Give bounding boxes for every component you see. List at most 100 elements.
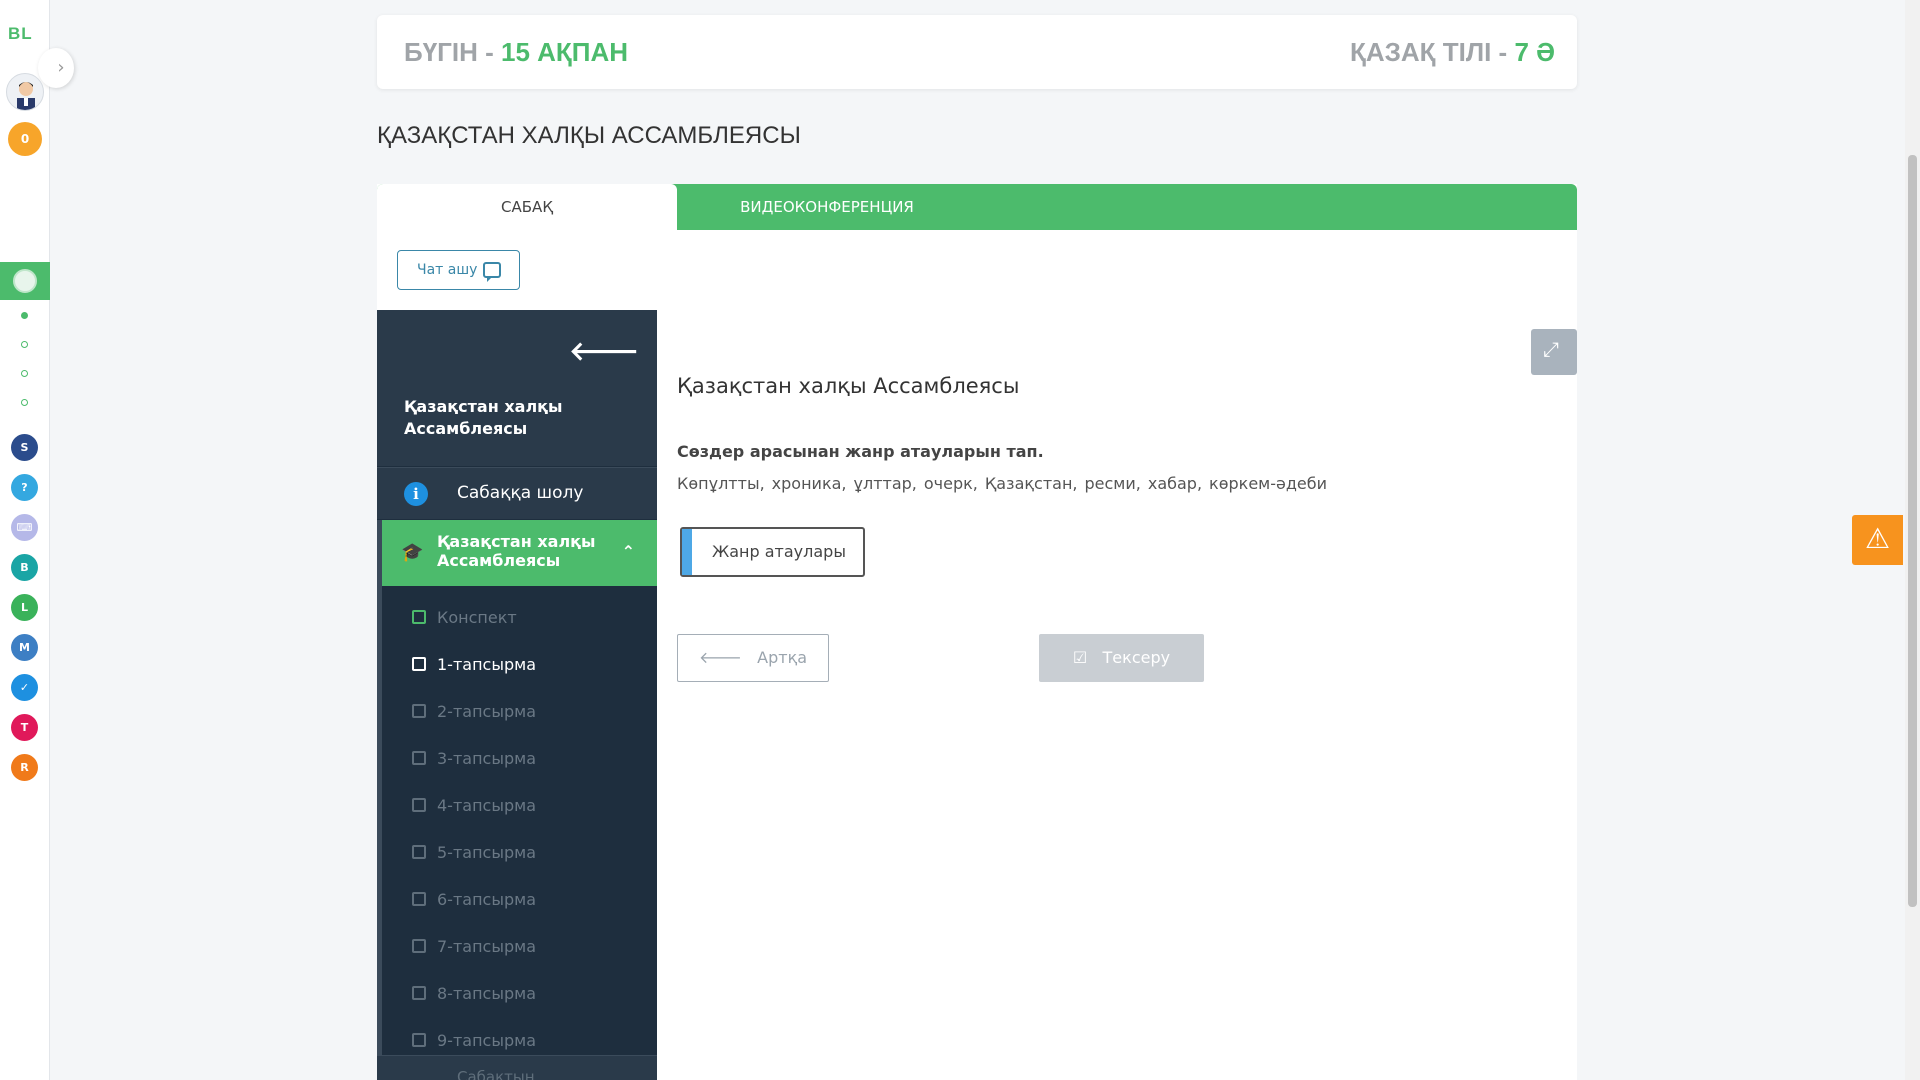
bilim-land-app-icon[interactable]: L (11, 594, 38, 621)
sidebar-item-task[interactable]: 5-тапсырма (382, 831, 657, 878)
graduation-cap-icon: 🎓 (401, 542, 424, 563)
sidebar-item-task[interactable]: 3-тапсырма (382, 737, 657, 784)
sidebar-item-label: 9-тапсырма (437, 1031, 536, 1050)
word-chip[interactable]: хроника, (772, 474, 847, 493)
edit-icon (412, 1033, 426, 1047)
word-chip[interactable]: көркем-әдеби (1209, 474, 1327, 493)
task-title: Қазақстан халқы Ассамблеясы (677, 374, 1020, 398)
sidebar-item-task[interactable]: 2-тапсырма (382, 690, 657, 737)
page-title: ҚАЗАҚСТАН ХАЛҚЫ АССАМБЛЕЯСЫ (377, 122, 801, 149)
edit-icon (412, 892, 426, 906)
help-app-icon[interactable]: ? (11, 474, 38, 501)
word-chip[interactable]: Қазақстан, (985, 474, 1078, 493)
word-chip[interactable]: Көпұлтты, (677, 474, 765, 493)
sidebar-item-next-section[interactable]: Сабақтың (377, 1055, 657, 1080)
report-warning-button[interactable]: ⚠ (1852, 515, 1903, 565)
smart-nation-app-icon[interactable]: S (11, 434, 38, 461)
page-scrollbar[interactable] (1905, 0, 1920, 1080)
rail-dot-3[interactable] (21, 370, 28, 377)
sidebar-item-label: 2-тапсырма (437, 702, 536, 721)
checkbox-icon: ☑ (1072, 648, 1103, 667)
open-chat-button[interactable]: Чат ашу (397, 250, 520, 290)
back-arrow-icon[interactable]: 🡐 (569, 336, 639, 367)
sidebar-item-label: 3-тапсырма (437, 749, 536, 768)
word-chip[interactable]: очерк, (924, 474, 978, 493)
chat-icon (483, 262, 501, 282)
bilim-tv-app-icon[interactable]: B (11, 554, 38, 581)
bl-logo[interactable]: BL (8, 24, 33, 44)
lesson-card: САБАҚ ВИДЕОКОНФЕРЕНЦИЯ Чат ашу 🡐 Қазақст… (377, 184, 1577, 1080)
sidebar-item-label: 5-тапсырма (437, 843, 536, 862)
sidebar-item-label: 6-тапсырма (437, 890, 536, 909)
book-icon (412, 610, 426, 624)
sidebar-item-label: Сабақтың (457, 1068, 535, 1080)
tab-videoconference[interactable]: ВИДЕОКОНФЕРЕНЦИЯ (677, 184, 977, 230)
sidebar-title: Қазақстан халқы Ассамблеясы (404, 397, 563, 438)
open-chat-label: Чат ашу (417, 262, 478, 278)
sidebar-section-active[interactable]: 🎓 Қазақстан халқы Ассамблеясы ⌃ (382, 520, 657, 586)
sidebar-item-task[interactable]: 7-тапсырма (382, 925, 657, 972)
back-button[interactable]: 🡐 Артқа (677, 634, 829, 682)
warning-icon: ⚠ (1864, 522, 1891, 555)
edit-icon (412, 986, 426, 1000)
answer-drop-zone[interactable]: Жанр атаулары (680, 527, 865, 577)
sidebar-item-overview[interactable]: i Сабаққа шолу (377, 467, 657, 519)
sidebar-item-label: 4-тапсырма (437, 796, 536, 815)
today-label: БҮГІН - (404, 37, 501, 67)
lesson-app-icon (13, 269, 37, 293)
edit-icon (412, 845, 426, 859)
tab-lesson[interactable]: САБАҚ (377, 184, 677, 230)
rail-item-active[interactable] (0, 262, 50, 300)
today-heading: БҮГІН - 15 АҚПАН (404, 37, 628, 68)
keyboard-app-icon[interactable]: ⌨ (11, 514, 38, 541)
subject-grade: 7 Ә (1514, 37, 1555, 67)
subject-heading: ҚАЗАҚ ТІЛІ - 7 Ә (1350, 37, 1555, 68)
rail-dot-4[interactable] (21, 399, 28, 406)
sidebar-item-label: Конспект (437, 608, 517, 627)
drop-zone-label: Жанр атаулары (712, 542, 846, 561)
back-button-label: Артқа (757, 648, 808, 667)
avatar[interactable] (6, 73, 44, 111)
check-button-label: Тексеру (1102, 648, 1171, 667)
rail-dot-2[interactable] (21, 341, 28, 348)
sidebar-section-label: Қазақстан халқы Ассамблеясы (437, 532, 596, 570)
test-app-icon[interactable]: ✓ (11, 674, 38, 701)
scrollbar-thumb[interactable] (1908, 155, 1917, 907)
edit-icon (412, 939, 426, 953)
word-chip[interactable]: ресми, (1085, 474, 1141, 493)
expand-icon: ⤢ (1543, 337, 1559, 361)
sidebar-item-task[interactable]: 8-тапсырма (382, 972, 657, 1019)
bilim-media-app-icon[interactable]: M (11, 634, 38, 661)
subject-label: ҚАЗАҚ ТІЛІ - (1349, 37, 1515, 67)
arrow-left-icon: 🡐 (698, 648, 758, 667)
sidebar-header: 🡐 Қазақстан халқы Ассамблеясы (377, 310, 657, 466)
today-date: 15 АҚПАН (501, 37, 629, 67)
sidebar-item-task[interactable]: 4-тапсырма (382, 784, 657, 831)
fullscreen-button[interactable]: ⤢ (1531, 329, 1577, 375)
rail-dot-1[interactable] (21, 312, 28, 319)
sidebar-item-label: 8-тапсырма (437, 984, 536, 1003)
sidebar-item-task[interactable]: 1-тапсырма (382, 643, 657, 690)
chevron-up-icon[interactable]: ⌃ (622, 542, 635, 561)
radio-app-icon[interactable]: R (11, 754, 38, 781)
lesson-sidebar: 🡐 Қазақстан халқы Ассамблеясы i Сабаққа … (377, 310, 657, 1080)
word-chip[interactable]: ұлттар, (854, 474, 917, 493)
edit-icon (412, 751, 426, 765)
coin-counter[interactable]: 0 (8, 122, 42, 156)
word-chip[interactable]: хабар, (1148, 474, 1202, 493)
tab-bar: САБАҚ ВИДЕОКОНФЕРЕНЦИЯ (377, 184, 1577, 230)
left-rail: BL › 0 S? ⌨ B L M ✓ T R (0, 0, 74, 1080)
edit-icon (412, 704, 426, 718)
check-button[interactable]: ☑ Тексеру (1039, 634, 1204, 682)
task-instruction: Сөздер арасынан жанр атауларын тап. (677, 442, 1044, 461)
header-card: БҮГІН - 15 АҚПАН ҚАЗАҚ ТІЛІ - 7 Ә (377, 15, 1577, 89)
expand-rail-chevron-icon[interactable]: › (38, 48, 74, 88)
sidebar-item-label: 1-тапсырма (437, 655, 536, 674)
sidebar-item-task[interactable]: 6-тапсырма (382, 878, 657, 925)
twig-app-icon[interactable]: T (11, 714, 38, 741)
edit-icon (412, 657, 426, 671)
sidebar-item-task[interactable]: Конспект (382, 596, 657, 643)
sidebar-item-label: Сабаққа шолу (457, 483, 584, 503)
info-icon: i (404, 482, 428, 506)
word-list: Көпұлтты, хроника, ұлттар, очерк, Қазақстан,… (677, 474, 1334, 493)
